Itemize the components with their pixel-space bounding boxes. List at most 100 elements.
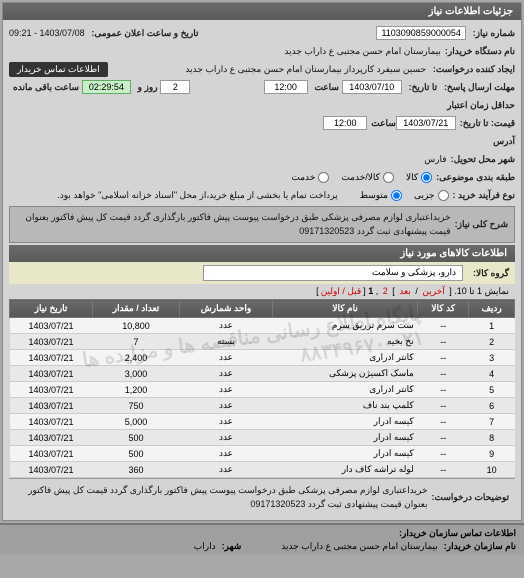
group-value: دارو، پزشکی و سلامت	[203, 265, 463, 281]
table-row[interactable]: 3--کانتر ادراریعدد2,4001403/07/21	[10, 350, 515, 366]
validity-label: حداقل زمان اعتبار	[447, 100, 515, 111]
cell-name: کیسه ادرار	[273, 414, 418, 430]
cell-name: ست سرم تزریق سرم	[273, 318, 418, 334]
to-date-label: تا تاریخ:	[409, 82, 438, 92]
pager-info: نمایش 1 تا 10.	[454, 286, 509, 296]
cell-date: 1403/07/21	[10, 414, 93, 430]
req-no-label: شماره نیاز:	[473, 28, 515, 38]
radio-kala[interactable]: کالا	[406, 172, 432, 183]
cell-name: ماسک اکسیژن پزشکی	[273, 366, 418, 382]
cell-n: 6	[469, 398, 515, 414]
radio-jozei[interactable]: جزیی	[414, 190, 449, 201]
col-row[interactable]: ردیف	[469, 300, 515, 318]
bottom-header: اطلاعات تماس سازمان خریدار:	[8, 528, 516, 539]
cell-name: نخ بخیه	[273, 334, 418, 350]
bottom-bar: اطلاعات تماس سازمان خریدار: نام سازمان خ…	[0, 523, 524, 555]
cell-unit: عدد	[179, 366, 272, 382]
cell-n: 4	[469, 366, 515, 382]
bottom-city-label: شهر:	[222, 541, 242, 552]
cell-code: --	[418, 350, 469, 366]
bottom-org-value: بیمارستان امام حسن مجتبی ع داراب جدید	[281, 541, 437, 552]
radio-motavaset-label: متوسط	[360, 190, 388, 201]
cell-date: 1403/07/21	[10, 462, 93, 478]
cell-date: 1403/07/21	[10, 350, 93, 366]
table-row[interactable]: 6--کلمپ بند نافعدد7501403/07/21	[10, 398, 515, 414]
cell-code: --	[418, 334, 469, 350]
cell-code: --	[418, 398, 469, 414]
cell-code: --	[418, 366, 469, 382]
cell-n: 1	[469, 318, 515, 334]
address-label: آدرس	[493, 136, 515, 147]
contact-button[interactable]: اطلاعات تماس خریدار	[9, 62, 108, 77]
col-date[interactable]: تاریخ نیاز	[10, 300, 93, 318]
col-qty[interactable]: تعداد / مقدار	[93, 300, 180, 318]
col-unit[interactable]: واحد شمارش	[179, 300, 272, 318]
time-label-1: ساعت	[314, 82, 339, 92]
radio-kala-label: کالا	[406, 172, 418, 183]
cell-date: 1403/07/21	[10, 318, 93, 334]
city-value: فارس	[424, 154, 446, 165]
pager-first[interactable]: قبل / اولین	[321, 286, 362, 296]
send-date: 1403/07/10	[342, 80, 402, 94]
req-no-value: 1103090859000054	[376, 26, 465, 40]
pager: نمایش 1 تا 10. [ آخرین / بعد ] 2 , 1 [قب…	[9, 284, 515, 299]
validity-date: 1403/07/21	[396, 116, 456, 130]
radio-motavaset[interactable]: متوسط	[360, 190, 402, 201]
table-row[interactable]: 8--کیسه ادرارعدد5001403/07/21	[10, 430, 515, 446]
table-row[interactable]: 9--کیسه ادرارعدد5001403/07/21	[10, 446, 515, 462]
org-value: بیمارستان امام حسن مجتبی ع داراب جدید	[284, 46, 440, 57]
creator-value: حسین سیفرد کارپرداز بیمارستان امام حسن م…	[185, 64, 426, 74]
cell-name: لوله تراشه کاف دار	[273, 462, 418, 478]
cell-date: 1403/07/21	[10, 334, 93, 350]
cell-qty: 500	[93, 430, 180, 446]
cell-qty: 1,200	[93, 382, 180, 398]
pager-last[interactable]: آخرین	[422, 286, 444, 296]
cell-code: --	[418, 414, 469, 430]
cell-qty: 5,000	[93, 414, 180, 430]
time-label-2: ساعت	[371, 118, 396, 129]
cell-qty: 750	[93, 398, 180, 414]
days-label: روز و	[138, 82, 158, 92]
cell-code: --	[418, 462, 469, 478]
desc2-text: خریداعتباری لوازم مصرفی پزشکی طبق درخواس…	[15, 484, 428, 511]
table-row[interactable]: 4--ماسک اکسیژن پزشکیعدد3,0001403/07/21	[10, 366, 515, 382]
table-row[interactable]: 10--لوله تراشه کاف دارعدد3601403/07/21	[10, 462, 515, 478]
cell-unit: عدد	[179, 398, 272, 414]
radio-kala-khedmat[interactable]: کالا/خدمت	[341, 172, 394, 183]
pager-p1: 1	[368, 286, 373, 296]
validity-label2: قیمت: تا تاریخ:	[460, 118, 515, 129]
table-row[interactable]: 5--کانتر ادراریعدد1,2001403/07/21	[10, 382, 515, 398]
cell-code: --	[418, 446, 469, 462]
pkg-label: طبقه بندی موضوعی:	[436, 172, 515, 183]
col-code[interactable]: کد کالا	[418, 300, 469, 318]
pager-next[interactable]: بعد	[399, 286, 411, 296]
main-panel: جزئیات اطلاعات نیاز شماره نیاز: 11030908…	[2, 2, 522, 521]
pager-p2[interactable]: 2	[383, 286, 388, 296]
cell-qty: 7	[93, 334, 180, 350]
cell-n: 8	[469, 430, 515, 446]
table-row[interactable]: 7--کیسه ادرارعدد5,0001403/07/21	[10, 414, 515, 430]
creator-label: ایجاد کننده درخواست:	[433, 64, 515, 74]
col-name[interactable]: نام کالا	[273, 300, 418, 318]
items-header: اطلاعات کالاهای مورد نیاز	[9, 245, 515, 262]
cell-n: 7	[469, 414, 515, 430]
table-row[interactable]: 1--ست سرم تزریق سرمعدد10,8001403/07/21	[10, 318, 515, 334]
cell-qty: 2,400	[93, 350, 180, 366]
group-label: گروه کالا:	[473, 268, 509, 279]
org-label: نام دستگاه خریدار:	[445, 46, 515, 57]
countdown-time: 02:29:54	[82, 80, 131, 94]
items-table: ردیف کد کالا نام کالا واحد شمارش تعداد /…	[9, 299, 515, 478]
radio-kala-khedmat-label: کالا/خدمت	[341, 172, 380, 183]
panel-title: جزئیات اطلاعات نیاز	[3, 3, 521, 20]
cell-name: کیسه ادرار	[273, 446, 418, 462]
cell-unit: عدد	[179, 382, 272, 398]
cell-unit: عدد	[179, 446, 272, 462]
cell-unit: عدد	[179, 430, 272, 446]
cell-unit: عدد	[179, 350, 272, 366]
radio-khedmat[interactable]: خدمت	[291, 172, 329, 183]
cell-name: کیسه ادرار	[273, 430, 418, 446]
cell-qty: 500	[93, 446, 180, 462]
desc-text: خریداعتباری لوازم مصرفی پزشکی طبق درخواس…	[16, 211, 451, 238]
cell-n: 3	[469, 350, 515, 366]
table-row[interactable]: 2--نخ بخیهبسته71403/07/21	[10, 334, 515, 350]
